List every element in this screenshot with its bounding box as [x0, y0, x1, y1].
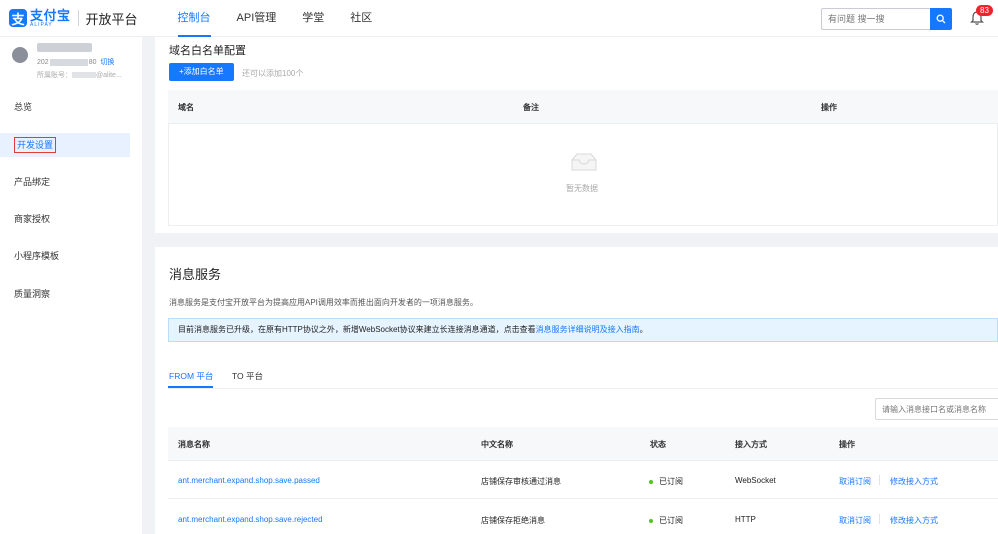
- message-service-title: 消息服务: [169, 267, 222, 282]
- notice-guide-link[interactable]: 消息服务详细说明及接入指南: [536, 325, 640, 334]
- header-search: [821, 8, 952, 30]
- col-actions: 操作: [821, 103, 837, 112]
- sidebar-item-product-binding[interactable]: 产品绑定: [0, 170, 130, 194]
- message-name-link[interactable]: ant.merchant.expand.shop.save.passed: [178, 476, 320, 485]
- empty-text: 暂无数据: [566, 184, 598, 193]
- message-service-card: 消息服务 消息服务是支付宝开放平台为提高应用API调用效率而推出面向开发者的一项…: [155, 247, 998, 534]
- logo-divider: [77, 10, 79, 26]
- col-domain: 域名: [178, 103, 194, 112]
- search-icon: [936, 14, 946, 24]
- top-nav: 控制台 API管理 学堂 社区: [177, 0, 399, 37]
- active-tab-indicator: [168, 386, 213, 388]
- upgrade-notice: 目前消息服务已升级，在原有HTTP协议之外，新增WebSocket协议来建立长连…: [168, 318, 998, 342]
- action-divider: [879, 514, 880, 524]
- tab-from-platform[interactable]: FROM 平台: [169, 370, 213, 382]
- platform-title: 开放平台: [85, 11, 138, 27]
- whitelist-card: 域名白名单配置 +添加白名单 还可以添加100个 域名 备注 操作 暂无数据: [155, 37, 998, 233]
- table-row: ant.merchant.expand.shop.save.rejected 店…: [168, 500, 998, 534]
- message-filter-input[interactable]: [875, 398, 998, 420]
- message-table-header: 消息名称 中文名称 状态 接入方式 操作: [168, 427, 998, 461]
- action-divider: [879, 475, 880, 485]
- access-method: HTTP: [735, 515, 756, 524]
- access-method: WebSocket: [735, 476, 776, 485]
- search-button[interactable]: [930, 8, 952, 30]
- sidebar-item-dev-settings[interactable]: 开发设置: [0, 133, 130, 157]
- tab-divider: [168, 388, 998, 389]
- col-cn-name: 中文名称: [481, 440, 513, 449]
- username-masked: [37, 43, 92, 52]
- nav-academy[interactable]: 学堂: [302, 0, 324, 37]
- unsubscribe-link[interactable]: 取消订阅: [839, 476, 871, 487]
- nav-console[interactable]: 控制台: [177, 0, 211, 37]
- whitelist-empty-state: 暂无数据: [168, 124, 998, 226]
- empty-inbox-icon: [571, 153, 597, 171]
- sidebar-item-quality-insight[interactable]: 质量洞察: [0, 282, 130, 306]
- status-dot-icon: [649, 479, 653, 484]
- message-cn-name: 店铺保存审核通过消息: [481, 477, 561, 486]
- sidebar: 202 80 切换 所属账号： @alite... 总览 开发设置 产品绑定 商家授…: [0, 37, 142, 534]
- tab-to-platform[interactable]: TO 平台: [232, 370, 263, 382]
- top-bar: 支 支付宝 ALIPAY 开放平台 控制台 API管理 学堂 社区 83: [0, 0, 998, 37]
- col-method: 接入方式: [735, 440, 767, 449]
- add-whitelist-button[interactable]: +添加白名单: [169, 63, 234, 81]
- switch-account-link[interactable]: 切换: [100, 59, 114, 66]
- status-badge: 已订阅: [649, 476, 683, 487]
- message-name-link[interactable]: ant.merchant.expand.shop.save.rejected: [178, 515, 323, 524]
- whitelist-table-header: 域名 备注 操作: [168, 90, 998, 124]
- modify-access-link[interactable]: 修改接入方式: [890, 515, 938, 526]
- message-service-description: 消息服务是支付宝开放平台为提高应用API调用效率而推出面向开发者的一项消息服务。: [169, 298, 478, 307]
- modify-access-link[interactable]: 修改接入方式: [890, 476, 938, 487]
- user-id-masked: [49, 58, 88, 66]
- message-cn-name: 店铺保存拒绝消息: [481, 516, 545, 525]
- col-remark: 备注: [523, 103, 539, 112]
- whitelist-title: 域名白名单配置: [169, 45, 246, 57]
- user-account: 所属账号： @alite...: [37, 72, 122, 79]
- nav-api-management[interactable]: API管理: [237, 0, 277, 37]
- status-dot-icon: [649, 518, 653, 523]
- unsubscribe-link[interactable]: 取消订阅: [839, 515, 871, 526]
- whitelist-limit-tip: 还可以添加100个: [242, 69, 304, 78]
- alipay-logo[interactable]: 支 支付宝 ALIPAY 开放平台: [9, 9, 138, 28]
- search-input[interactable]: [821, 8, 930, 30]
- sidebar-item-overview[interactable]: 总览: [0, 95, 130, 119]
- alipay-logo-icon: 支: [9, 9, 27, 27]
- notification-badge: 83: [976, 5, 993, 16]
- avatar: [12, 47, 28, 63]
- col-operations: 操作: [839, 440, 855, 449]
- status-badge: 已订阅: [649, 515, 683, 526]
- logo-cn-text: 支付宝: [30, 7, 71, 23]
- account-masked: [72, 72, 96, 79]
- nav-community[interactable]: 社区: [350, 0, 372, 37]
- logo-en-text: ALIPAY: [30, 21, 53, 28]
- sidebar-item-miniapp-template[interactable]: 小程序模板: [0, 244, 130, 268]
- col-message-name: 消息名称: [178, 440, 210, 449]
- col-status: 状态: [650, 440, 666, 449]
- sidebar-item-merchant-auth[interactable]: 商家授权: [0, 207, 130, 231]
- table-row: ant.merchant.expand.shop.save.passed 店铺保…: [168, 461, 998, 499]
- user-id: 202 80 切换: [37, 58, 115, 66]
